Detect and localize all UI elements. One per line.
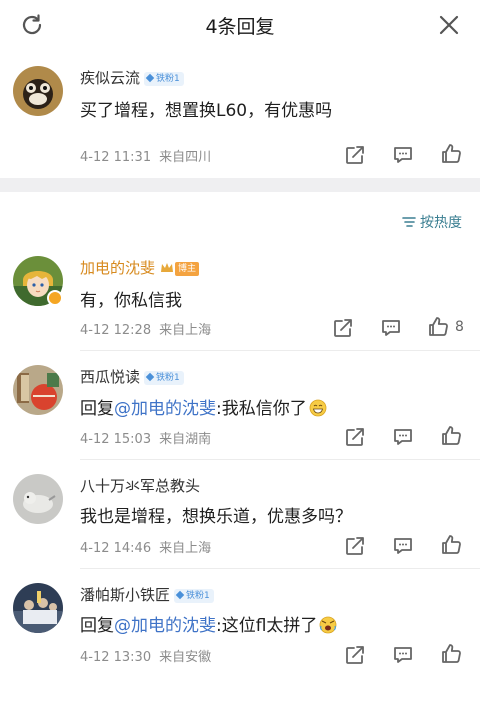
divider xyxy=(80,568,480,569)
crown-icon xyxy=(161,263,174,272)
comment-icon[interactable] xyxy=(391,425,415,449)
location: 来自安徽 xyxy=(159,650,212,665)
comment-text: 买了增程，想置换L60，有优惠吗 xyxy=(80,101,333,121)
mention-link[interactable]: @加电的沈斐 xyxy=(114,399,216,419)
username[interactable]: 潘帕斯小铁匠 铁粉1 xyxy=(80,584,214,605)
comment-icon[interactable] xyxy=(379,316,403,340)
avatar[interactable] xyxy=(13,474,63,524)
fan-badge: 铁粉1 xyxy=(174,589,214,603)
fan-badge: 铁粉1 xyxy=(144,371,184,385)
like-icon[interactable] xyxy=(439,533,463,557)
like-icon[interactable] xyxy=(439,424,463,448)
timestamp: 4-12 11:31 xyxy=(80,150,152,165)
sort-toggle[interactable]: 按热度 xyxy=(402,212,462,232)
location: 来自湖南 xyxy=(159,432,212,447)
comment-text: 我也是增程，想换乐道，优惠多吗？ xyxy=(80,507,352,527)
like-count: 8 xyxy=(455,319,464,335)
username[interactable]: 西瓜悦读 铁粉1 xyxy=(80,366,184,387)
username[interactable]: 加电的沈斐 博主 xyxy=(80,257,200,278)
avatar[interactable] xyxy=(13,583,63,633)
timestamp: 4-12 13:30 xyxy=(80,650,152,665)
diamond-icon xyxy=(145,372,155,382)
fan-badge: 铁粉1 xyxy=(144,72,184,86)
diamond-icon xyxy=(175,590,185,600)
location: 来自四川 xyxy=(159,150,212,165)
comment-meta: 4-12 12:28 来自上海 xyxy=(80,319,211,338)
divider xyxy=(80,459,480,460)
root-comment: 疾似云流 铁粉1 买了增程，想置换L60，有优惠吗 4-12 11:31 来自四川 xyxy=(0,0,480,178)
verified-badge-icon xyxy=(47,290,63,306)
like-icon[interactable] xyxy=(439,142,463,166)
avatar[interactable] xyxy=(13,365,63,415)
comment-text: 回复@加电的沈斐:这位fl太拼了 xyxy=(80,611,337,636)
comment-icon[interactable] xyxy=(391,534,415,558)
share-icon[interactable] xyxy=(343,143,367,167)
avatar[interactable] xyxy=(13,66,63,116)
like-icon[interactable] xyxy=(426,315,450,339)
diamond-icon xyxy=(145,73,155,83)
timestamp: 4-12 15:03 xyxy=(80,432,152,447)
username[interactable]: 疾似云流 铁粉1 xyxy=(80,67,184,88)
comment-meta: 4-12 15:03 来自湖南 xyxy=(80,428,211,447)
timestamp: 4-12 14:46 xyxy=(80,541,152,556)
like-icon[interactable] xyxy=(439,642,463,666)
comment-text: 回复@加电的沈斐:我私信你了 xyxy=(80,394,327,419)
username[interactable]: 八十万氺军总教头 xyxy=(80,475,200,496)
comment-icon[interactable] xyxy=(391,143,415,167)
share-icon[interactable] xyxy=(343,534,367,558)
location: 来自上海 xyxy=(159,541,212,556)
grin-emoji-icon xyxy=(309,399,327,417)
comment-meta: 4-12 14:46 来自上海 xyxy=(80,537,211,556)
shocked-emoji-icon xyxy=(320,616,337,634)
divider xyxy=(80,350,480,351)
mention-link[interactable]: @加电的沈斐 xyxy=(114,616,216,636)
share-icon[interactable] xyxy=(331,316,355,340)
share-icon[interactable] xyxy=(343,425,367,449)
sort-icon xyxy=(402,217,416,227)
comment-icon[interactable] xyxy=(391,643,415,667)
host-badge: 博主 xyxy=(175,262,200,276)
comment-meta: 4-12 13:30 来自安徽 xyxy=(80,646,211,665)
comment-meta: 4-12 11:31 来自四川 xyxy=(80,146,211,165)
timestamp: 4-12 12:28 xyxy=(80,323,152,338)
share-icon[interactable] xyxy=(343,643,367,667)
section-gap xyxy=(0,178,480,192)
comment-text: 有，你私信我 xyxy=(80,291,182,311)
location: 来自上海 xyxy=(159,323,212,338)
